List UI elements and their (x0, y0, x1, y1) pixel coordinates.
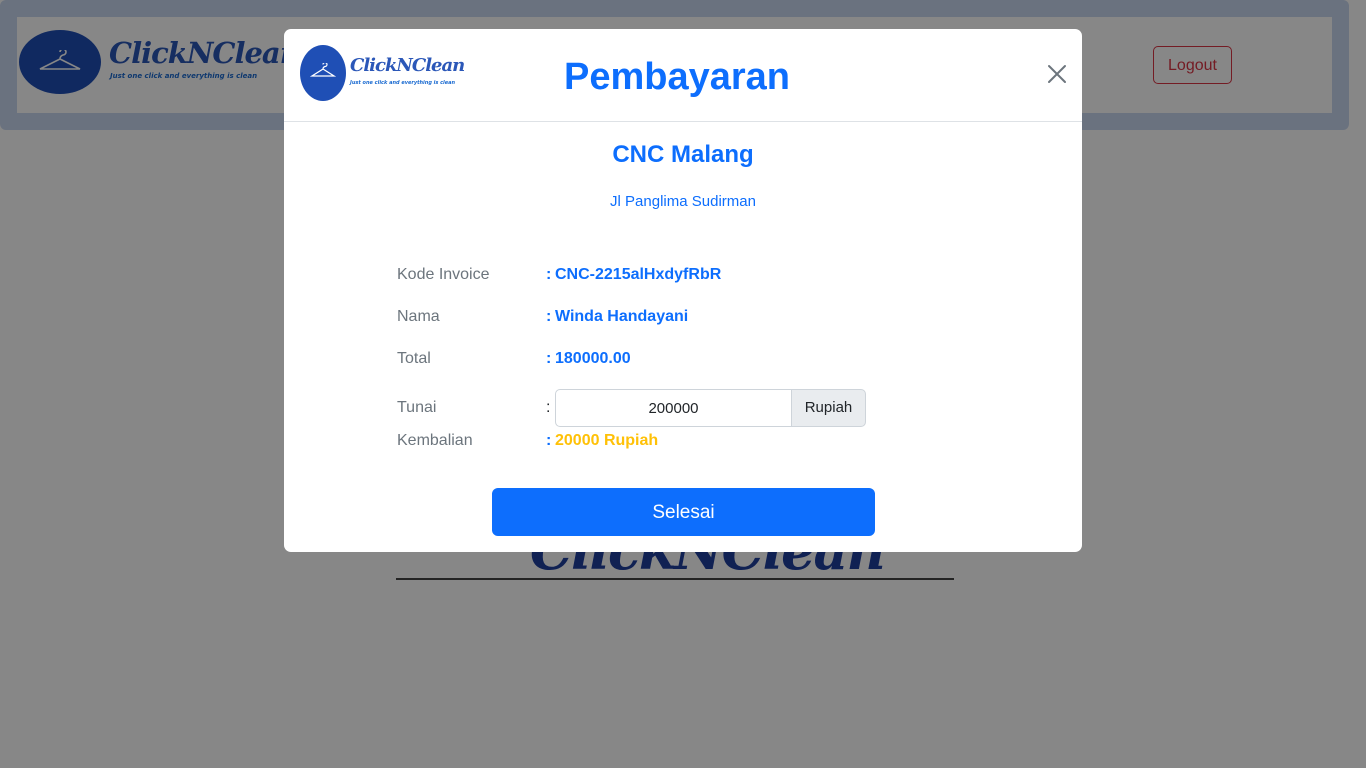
customer-name-row: Nama : Winda Handayani (397, 308, 997, 332)
cash-input-group: Rupiah (555, 389, 866, 427)
total-row: Total : 180000.00 (397, 350, 997, 374)
colon-separator: : (546, 432, 552, 449)
modal-logo-wordmark: ClickNClean (350, 55, 465, 76)
colon-separator: : (546, 266, 552, 283)
change-row: Kembalian : 20000 Rupiah (397, 432, 997, 456)
modal-logo-tagline: Just one click and everything is clean (350, 80, 456, 86)
logo-badge (300, 45, 346, 101)
colon-separator: : (546, 350, 552, 367)
store-address: Jl Panglima Sudirman (610, 193, 756, 210)
modal-title: Pembayaran (564, 56, 791, 98)
colon-separator: : (546, 308, 552, 325)
total-label: Total (397, 350, 431, 367)
colon-separator: : (546, 399, 551, 416)
close-icon (1048, 65, 1066, 83)
change-value: 20000 Rupiah (555, 432, 659, 449)
currency-addon: Rupiah (791, 389, 866, 427)
cash-input[interactable] (555, 389, 792, 427)
customer-name-label: Nama (397, 308, 440, 325)
change-label: Kembalian (397, 432, 473, 449)
close-button[interactable] (1044, 61, 1070, 87)
total-value: 180000.00 (555, 350, 631, 367)
store-name: CNC Malang (612, 141, 754, 168)
modal-header: ClickNClean Just one click and everythin… (284, 29, 1082, 122)
modal-logo: ClickNClean Just one click and everythin… (300, 45, 465, 103)
invoice-code-row: Kode Invoice : CNC-2215alHxdyfRbR (397, 266, 997, 290)
finish-button[interactable]: Selesai (492, 488, 875, 536)
invoice-code-value: CNC-2215alHxdyfRbR (555, 266, 722, 283)
customer-name-value: Winda Handayani (555, 308, 689, 325)
payment-modal: ClickNClean Just one click and everythin… (284, 29, 1082, 552)
cash-label: Tunai (397, 399, 437, 416)
invoice-code-label: Kode Invoice (397, 266, 490, 283)
hanger-icon (310, 63, 336, 77)
